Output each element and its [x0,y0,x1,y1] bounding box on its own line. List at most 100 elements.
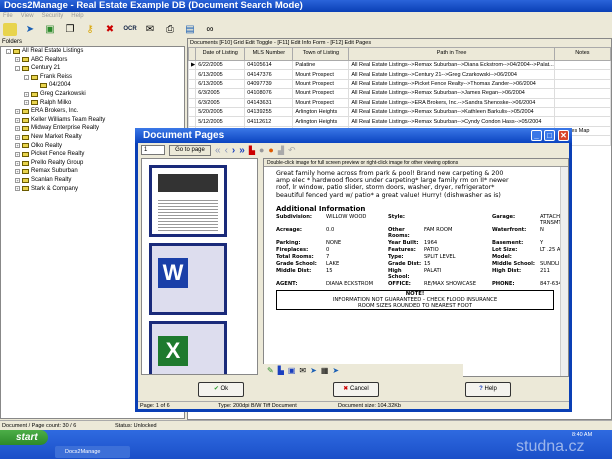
documents-icon[interactable]: ▤ [183,23,197,36]
ok-button[interactable]: ✔ Ok [198,382,244,397]
scan-icon[interactable]: ➤ [23,23,37,36]
tree-item[interactable]: + ERA Brokers, Inc. [1,107,184,116]
expand-icon[interactable]: + [15,57,20,63]
row-selector[interactable] [187,106,197,118]
key-icon[interactable]: ⚷ [83,23,97,36]
menu-view[interactable]: View [21,12,34,20]
email-icon[interactable]: ✉ [143,23,157,36]
tree-item[interactable]: + Greg Czarkowski [1,90,184,99]
column-header[interactable]: Path in Tree [348,47,555,61]
collapse-icon[interactable]: - [15,65,20,71]
pdf-icon[interactable]: ▙ [249,146,255,155]
expand-icon[interactable]: + [15,169,20,175]
table-row[interactable]: 6/3/2005 04143631 Mount Prospect All Real E… [187,97,612,108]
additional-info-grid: Subdivision: WILLOW WOOD Style: Garage: ATTA… [264,214,568,287]
expand-icon[interactable]: + [15,151,20,157]
tree-item[interactable]: - Century 21 [1,64,184,73]
ocr-icon[interactable]: OCR [123,23,137,36]
menu-help[interactable]: Help [71,12,83,20]
tree-item[interactable]: 04/2004 [1,81,184,90]
page-number-input[interactable]: 1 [141,145,165,155]
rotate-up-icon[interactable]: ● [259,145,264,155]
print-icon[interactable]: ⎙ [163,23,177,36]
cancel-button[interactable]: ✖ Cancel [333,382,379,397]
delete-doc-icon[interactable]: ✖ [103,23,117,36]
start-button[interactable]: start [0,430,48,445]
close-button[interactable]: ✕ [558,130,569,141]
tree-item[interactable]: - All Real Estate Listings [1,47,184,56]
help-label: Help [484,386,497,392]
collapse-icon[interactable]: - [24,74,29,80]
row-selector[interactable]: ▶ [187,59,197,71]
expand-icon[interactable]: + [15,117,20,123]
table-row[interactable]: 5/12/2005 04112612 Arlington Heights All Re… [187,116,612,127]
rotate-down-icon[interactable]: ● [268,145,273,155]
tree-item-label: 04/2004 [49,82,71,89]
save-page-icon[interactable]: ▟ [278,146,284,155]
help-button[interactable]: ? Help [465,382,511,397]
expand-icon[interactable]: + [15,126,20,132]
save-icon[interactable]: ▙ [278,366,284,375]
row-selector[interactable] [187,69,197,80]
table-row[interactable]: 6/13/2005 04147376 Mount Prospect All Real … [187,69,612,80]
email-page-icon[interactable]: ✉ [299,366,306,375]
forward-icon[interactable]: ➤ [332,366,339,375]
column-header[interactable]: Town of Listing [292,47,350,61]
tree-item[interactable]: + ABC Realtors [1,56,184,65]
table-row[interactable]: 5/20/2005 04139255 Arlington Heights All Re… [187,106,612,118]
table-cell: 04108076 [244,88,294,99]
row-selector[interactable] [187,97,197,108]
page-thumbnails[interactable]: W X [141,158,258,375]
table-row[interactable]: ▶ 6/22/2005 04105614 Palatine All Real Estat… [187,59,612,71]
folder-icon [22,151,29,157]
collapse-icon[interactable]: - [6,48,11,54]
last-page-icon[interactable]: » [239,145,245,156]
previous-page-icon[interactable]: ‹ [225,145,228,156]
row-selector[interactable] [187,78,197,90]
import-icon[interactable]: ▣ [43,23,57,36]
menu-file[interactable]: File [3,12,13,20]
next-page-icon[interactable]: › [232,145,235,156]
minimize-button[interactable]: _ [531,130,542,141]
info-label: High Dist: [492,267,522,274]
expand-icon[interactable]: + [15,186,20,192]
binoculars-icon[interactable]: ∞ [203,23,217,36]
expand-icon[interactable]: + [15,143,20,149]
column-header[interactable]: MLS Number [244,47,294,61]
tree-item[interactable]: + Ralph Milko [1,99,184,108]
preview-scrollbar[interactable] [560,167,568,376]
table-row[interactable]: 6/3/2005 04108076 Mount Prospect All Real E… [187,88,612,99]
menu-security[interactable]: Security [42,12,64,20]
undo-icon[interactable]: ↶ [288,145,296,156]
maximize-button[interactable]: □ [544,130,555,141]
settings-icon[interactable]: ▦ [321,366,329,375]
column-header[interactable]: Date of Listing [195,47,246,61]
copy-icon[interactable]: ❐ [63,23,77,36]
expand-icon[interactable]: + [15,134,20,140]
table-row[interactable]: 6/13/2005 04097739 Mount Prospect All Real … [187,78,612,90]
first-page-icon[interactable]: « [215,145,221,156]
goto-page-button[interactable]: Go to page [169,144,211,156]
row-selector[interactable] [187,88,197,99]
expand-icon[interactable]: + [15,160,20,166]
info-label: Waterfront: [492,226,527,233]
thumbnail-page-1[interactable] [149,165,227,237]
expand-icon[interactable]: + [24,91,29,97]
tree-item[interactable]: - Frank Reiss [1,73,184,82]
column-header[interactable]: Notes [553,47,612,61]
expand-icon[interactable]: + [15,177,20,183]
thumbnail-excel-doc[interactable]: X [149,321,227,374]
new-folder-icon[interactable] [3,22,17,36]
taskbar-app-docs2manage[interactable]: Docs2Manage [55,446,130,458]
info-value: LAKE [326,260,340,267]
edit-icon[interactable]: ✎ [267,366,274,375]
page-preview[interactable]: Double-click image for full screen previ… [263,158,569,377]
tree-item[interactable]: + Keller Williams Team Realty [1,116,184,125]
expand-icon[interactable]: + [24,100,29,106]
send-icon[interactable]: ➤ [310,366,317,375]
scan-page-icon[interactable]: ▣ [288,366,296,375]
expand-icon[interactable]: + [15,108,20,114]
row-selector[interactable] [187,116,197,127]
table-cell: 5/20/2005 [195,106,246,118]
thumbnail-word-doc[interactable]: W [149,243,227,315]
